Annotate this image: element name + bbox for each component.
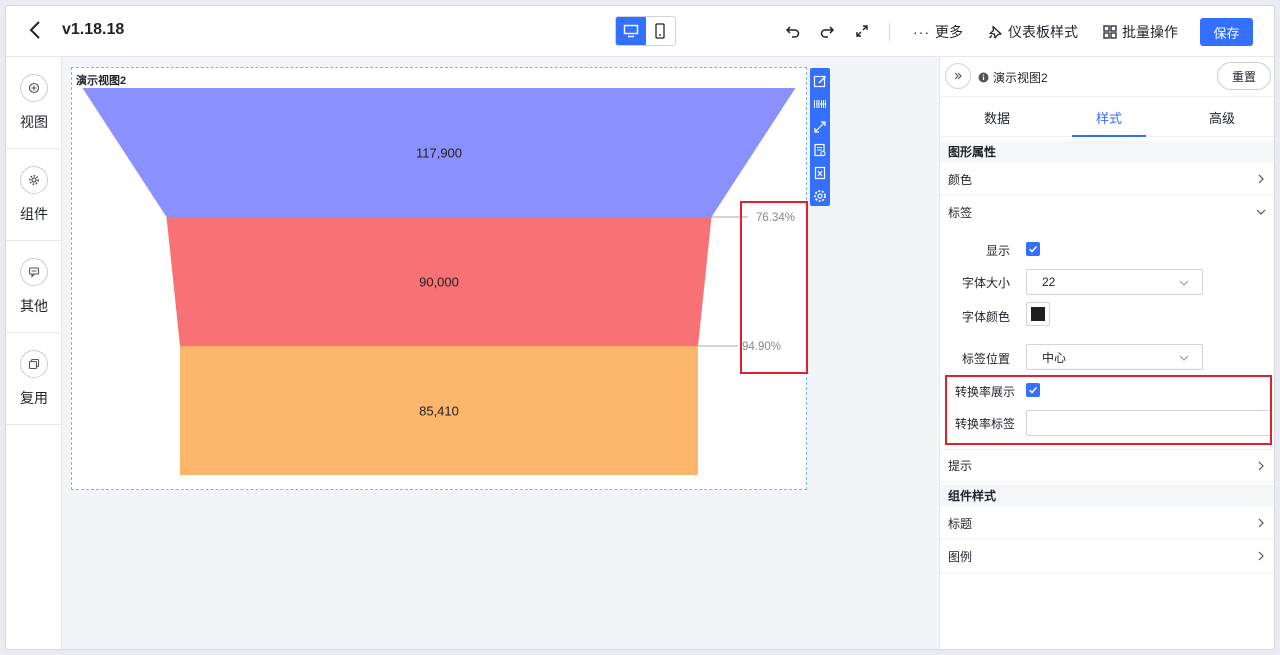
panel-title-text: 演示视图2 [993, 71, 1048, 85]
mobile-view-button[interactable] [645, 17, 675, 45]
filter-doc-icon[interactable] [812, 140, 828, 160]
conversion-settings-highlight [945, 375, 1272, 445]
row-title-label: 标题 [948, 516, 973, 531]
chevron-right-icon [1258, 461, 1264, 471]
row-color[interactable]: 颜色 [940, 163, 1274, 196]
toolbar-divider [889, 23, 890, 41]
label-position-value: 中心 [1042, 350, 1067, 365]
row-tooltip[interactable]: 提示 [940, 449, 1274, 482]
rail-item-reuse[interactable]: 复用 [6, 333, 62, 425]
double-chevron-right-icon [954, 72, 962, 80]
chevron-down-icon [1179, 280, 1189, 286]
section-component-style: 组件样式 [940, 485, 1274, 507]
panel-title: 演示视图2 [978, 69, 1048, 86]
rail-label-reuse: 复用 [20, 390, 48, 406]
row-label[interactable]: 标签 [940, 196, 1274, 229]
info-icon [978, 72, 989, 83]
device-switch [615, 16, 676, 46]
property-panel: 演示视图2 重置 数据 样式 高级 图形属性 颜色 标签 显示 字体大小 22 [939, 57, 1274, 649]
redo-icon[interactable] [816, 20, 838, 42]
font-size-select[interactable]: 22 [1026, 269, 1203, 295]
pin-icon [989, 25, 1002, 39]
row-color-label: 颜色 [948, 172, 973, 187]
funnel-stage-label: 117,900 [416, 146, 462, 161]
chevron-down-icon [1256, 209, 1266, 215]
save-button[interactable]: 保存 [1200, 18, 1253, 46]
settings-icon[interactable] [812, 186, 828, 206]
dashboard-style-button[interactable]: 仪表板样式 [988, 22, 1078, 42]
plus-circle-icon [20, 74, 48, 102]
fullscreen-icon[interactable] [851, 20, 873, 42]
chart-view[interactable]: 演示视图2 117,900 90,000 85,410 76.34% 94.90% [71, 67, 807, 490]
rail-item-component[interactable]: 组件 [6, 149, 62, 241]
label-position-select[interactable]: 中心 [1026, 344, 1203, 370]
reset-button[interactable]: 重置 [1217, 62, 1271, 90]
tab-advanced[interactable]: 高级 [1185, 97, 1259, 137]
batch-operation-label: 批量操作 [1122, 24, 1178, 40]
active-tab-indicator [1072, 135, 1146, 137]
rail-item-view[interactable]: 视图 [6, 57, 62, 149]
section-graphic-attributes: 图形属性 [940, 141, 1274, 163]
chevron-right-icon [1258, 518, 1264, 528]
grid-icon [1103, 25, 1117, 39]
font-color-label: 字体颜色 [961, 310, 1010, 324]
desktop-view-button[interactable] [616, 17, 646, 45]
batch-operation-button[interactable]: 批量操作 [1103, 22, 1178, 42]
more-label: 更多 [935, 24, 963, 40]
show-checkbox[interactable] [1026, 242, 1040, 256]
tab-style[interactable]: 样式 [1072, 97, 1146, 137]
funnel-chart: 117,90090,00085,41076.34%94.90% [82, 88, 796, 475]
version-title: v1.18.18 [62, 21, 125, 38]
rail-item-other[interactable]: 其他 [6, 241, 62, 333]
tab-data[interactable]: 数据 [960, 97, 1034, 137]
panel-tabs: 数据 样式 高级 [940, 97, 1274, 137]
dashboard-style-label: 仪表板样式 [1008, 24, 1078, 40]
gear-icon [20, 166, 48, 194]
conversion-rate-highlight [740, 201, 808, 374]
check-icon [1028, 245, 1038, 253]
dashboard-canvas: 演示视图2 117,900 90,000 85,410 76.34% 94.90% [62, 57, 939, 649]
row-legend-label: 图例 [948, 549, 973, 564]
mobile-icon [655, 23, 665, 39]
rail-label-other: 其他 [20, 298, 48, 314]
font-color-swatch[interactable] [1026, 302, 1050, 326]
more-button[interactable]: ··· 更多 [913, 22, 963, 42]
font-color-fill [1031, 307, 1045, 321]
chat-icon [20, 258, 48, 286]
panel-header: 演示视图2 重置 [940, 57, 1274, 97]
row-title[interactable]: 标题 [940, 507, 1274, 540]
expand-icon[interactable] [812, 117, 828, 137]
funnel-stage-label: 85,410 [419, 404, 459, 419]
copy-icon [20, 350, 48, 378]
back-icon[interactable] [24, 19, 46, 41]
edit-icon[interactable] [812, 71, 828, 91]
barcode-icon[interactable] [812, 94, 828, 114]
font-size-value: 22 [1042, 275, 1056, 289]
desktop-icon [623, 24, 638, 38]
chevron-right-icon [1258, 174, 1264, 184]
left-rail: 视图 组件 其他 复用 [6, 57, 62, 649]
show-label: 显示 [985, 244, 1010, 258]
rail-label-component: 组件 [20, 206, 48, 222]
funnel-stage-label: 90,000 [419, 275, 459, 290]
collapse-panel-button[interactable] [945, 63, 971, 89]
more-icon: ··· [913, 24, 930, 40]
chevron-right-icon [1258, 551, 1264, 561]
rail-label-view: 视图 [20, 114, 48, 130]
view-floating-toolbar [810, 68, 830, 206]
export-excel-icon[interactable] [812, 163, 828, 183]
row-legend[interactable]: 图例 [940, 540, 1274, 573]
row-tooltip-label: 提示 [948, 459, 973, 473]
chevron-down-icon [1179, 355, 1189, 361]
top-bar: v1.18.18 ··· 更多 仪表板样式 批量操作 保存 [6, 6, 1274, 57]
undo-icon[interactable] [782, 20, 804, 42]
app-window: v1.18.18 ··· 更多 仪表板样式 批量操作 保存 视图 组件 其他 复… [5, 5, 1275, 650]
font-size-label: 字体大小 [961, 276, 1010, 290]
row-label-label: 标签 [948, 206, 973, 220]
label-position-label: 标签位置 [961, 352, 1010, 366]
